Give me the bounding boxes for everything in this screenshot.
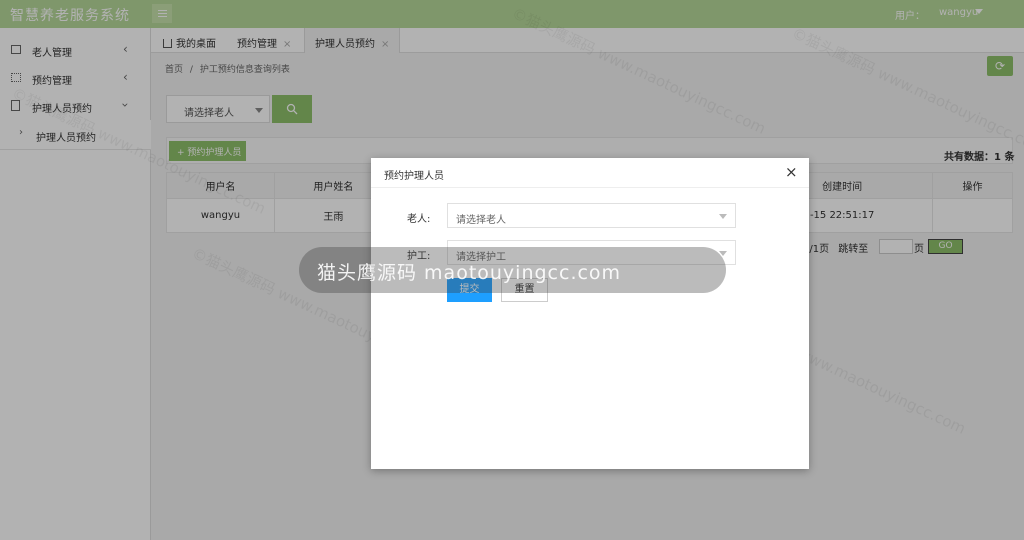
elder-select[interactable]: 请选择老人 — [447, 203, 736, 228]
reserve-nurse-dialog: 预约护理人员 × 老人: 请选择老人 护工: 请选择护工 提交 重置 — [371, 158, 809, 469]
caret-down-icon — [719, 214, 727, 219]
close-icon[interactable]: × — [785, 163, 798, 181]
dialog-header: 预约护理人员 × — [371, 158, 809, 188]
watermark-toast: 猫头鹰源码 maotouyingcc.com — [299, 247, 726, 293]
elder-label: 老人: — [407, 214, 431, 225]
dialog-title: 预约护理人员 — [384, 171, 444, 182]
